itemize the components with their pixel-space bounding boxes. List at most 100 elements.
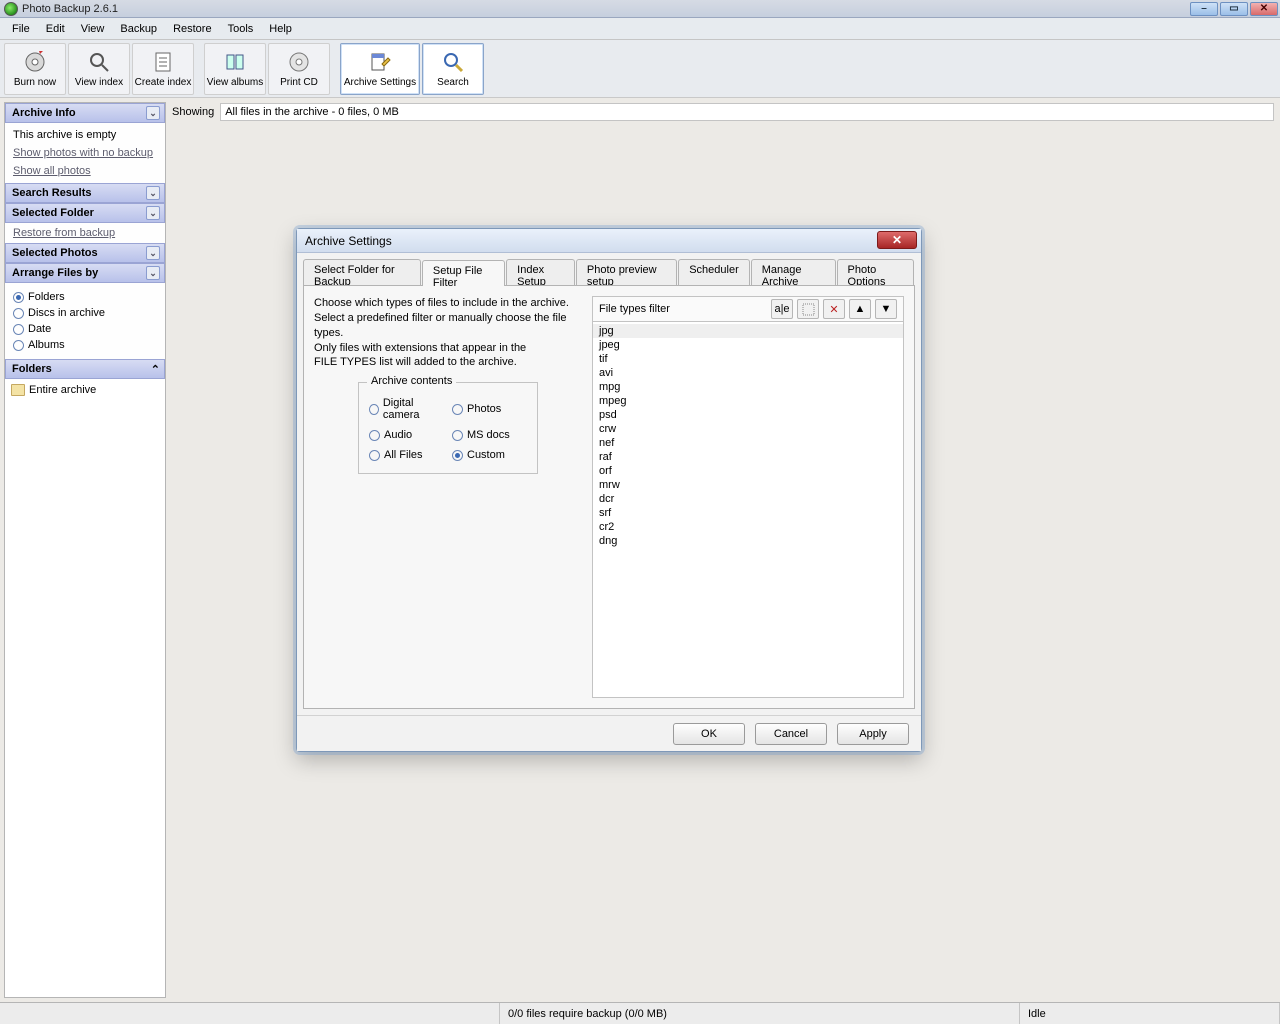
- preset-msdocs[interactable]: MS docs: [452, 427, 527, 443]
- panel-title: Selected Photos: [12, 247, 98, 259]
- link-restore-from-backup[interactable]: Restore from backup: [13, 227, 157, 239]
- panel-archive-info-header[interactable]: Archive Info ⌄: [5, 103, 165, 123]
- sidebar: Archive Info ⌄ This archive is empty Sho…: [4, 102, 166, 998]
- preset-digital-camera[interactable]: Digital camera: [369, 395, 444, 423]
- option-label: Audio: [384, 429, 412, 441]
- panel-search-results-header[interactable]: Search Results ⌄: [5, 183, 165, 203]
- add-ext-button[interactable]: [797, 299, 819, 319]
- arrange-option-date[interactable]: Date: [13, 321, 157, 337]
- option-label: Date: [28, 323, 51, 335]
- apply-button[interactable]: Apply: [837, 723, 909, 745]
- toolbar-view-index[interactable]: View index: [68, 43, 130, 95]
- tab-select-folder[interactable]: Select Folder for Backup: [303, 259, 421, 285]
- collapse-icon[interactable]: ⌄: [146, 246, 160, 260]
- toolbar-label: Search: [437, 77, 469, 88]
- collapse-icon[interactable]: ⌄: [146, 206, 160, 220]
- file-type-item[interactable]: cr2: [593, 520, 903, 534]
- menu-backup[interactable]: Backup: [112, 21, 165, 37]
- file-type-item[interactable]: tif: [593, 352, 903, 366]
- file-type-item[interactable]: raf: [593, 450, 903, 464]
- minimize-button[interactable]: –: [1190, 2, 1218, 16]
- option-label: Folders: [28, 291, 65, 303]
- toolbar-search[interactable]: Search: [422, 43, 484, 95]
- file-type-item[interactable]: nef: [593, 436, 903, 450]
- move-up-button[interactable]: ▲: [849, 299, 871, 319]
- document-lines-icon: [151, 50, 175, 74]
- file-type-item[interactable]: jpeg: [593, 338, 903, 352]
- link-show-all-photos[interactable]: Show all photos: [13, 165, 157, 177]
- search-icon: [441, 50, 465, 74]
- collapse-icon[interactable]: ⌄: [146, 266, 160, 280]
- arrange-option-discs[interactable]: Discs in archive: [13, 305, 157, 321]
- file-type-item[interactable]: orf: [593, 464, 903, 478]
- move-down-button[interactable]: ▼: [875, 299, 897, 319]
- collapse-icon[interactable]: ⌄: [146, 186, 160, 200]
- file-type-item[interactable]: psd: [593, 408, 903, 422]
- panel-selected-folder-header[interactable]: Selected Folder ⌄: [5, 203, 165, 223]
- link-show-no-backup[interactable]: Show photos with no backup: [13, 147, 157, 159]
- toolbar-burn-now[interactable]: Burn now: [4, 43, 66, 95]
- toolbar-label: Create index: [135, 77, 192, 88]
- archive-settings-dialog: Archive Settings ✕ Select Folder for Bac…: [296, 228, 922, 752]
- menu-view[interactable]: View: [73, 21, 113, 37]
- statusbar: 0/0 files require backup (0/0 MB) Idle: [0, 1002, 1280, 1024]
- delete-ext-button[interactable]: ✕: [823, 299, 845, 319]
- preset-audio[interactable]: Audio: [369, 427, 444, 443]
- collapse-icon[interactable]: ⌄: [146, 106, 160, 120]
- file-type-item[interactable]: srf: [593, 506, 903, 520]
- file-type-item[interactable]: crw: [593, 422, 903, 436]
- file-type-item[interactable]: mpeg: [593, 394, 903, 408]
- file-type-item[interactable]: dcr: [593, 492, 903, 506]
- cancel-button[interactable]: Cancel: [755, 723, 827, 745]
- edit-ext-button[interactable]: a|e: [771, 299, 793, 319]
- desc-line: FILE TYPES list will added to the archiv…: [314, 355, 582, 370]
- option-label: Custom: [467, 449, 505, 461]
- preset-all-files[interactable]: All Files: [369, 447, 444, 463]
- tab-scheduler[interactable]: Scheduler: [678, 259, 750, 285]
- tree-item-entire-archive[interactable]: Entire archive: [11, 383, 159, 397]
- option-label: MS docs: [467, 429, 510, 441]
- tab-photo-options[interactable]: Photo Options: [837, 259, 914, 285]
- option-label: All Files: [384, 449, 423, 461]
- panel-title: Folders: [12, 363, 52, 375]
- dialog-close-button[interactable]: ✕: [877, 231, 917, 249]
- toolbar-archive-settings[interactable]: Archive Settings: [340, 43, 420, 95]
- disc-burn-icon: [23, 50, 47, 74]
- toolbar-print-cd[interactable]: Print CD: [268, 43, 330, 95]
- preset-photos[interactable]: Photos: [452, 395, 527, 423]
- toolbar-label: Burn now: [14, 77, 56, 88]
- tab-photo-preview[interactable]: Photo preview setup: [576, 259, 677, 285]
- panel-folders-header[interactable]: Folders ⌃: [5, 359, 165, 379]
- file-type-item[interactable]: dng: [593, 534, 903, 548]
- menu-file[interactable]: File: [4, 21, 38, 37]
- menu-edit[interactable]: Edit: [38, 21, 73, 37]
- close-window-button[interactable]: ✕: [1250, 2, 1278, 16]
- ok-button[interactable]: OK: [673, 723, 745, 745]
- tab-index-setup[interactable]: Index Setup: [506, 259, 575, 285]
- toolbar-view-albums[interactable]: View albums: [204, 43, 266, 95]
- file-type-item[interactable]: jpg: [593, 324, 903, 338]
- file-type-item[interactable]: avi: [593, 366, 903, 380]
- arrange-option-albums[interactable]: Albums: [13, 337, 157, 353]
- toolbar-create-index[interactable]: Create index: [132, 43, 194, 95]
- panel-title: Search Results: [12, 187, 91, 199]
- option-label: Photos: [467, 403, 501, 415]
- panel-selected-photos-header[interactable]: Selected Photos ⌄: [5, 243, 165, 263]
- tab-manage-archive[interactable]: Manage Archive: [751, 259, 836, 285]
- menu-help[interactable]: Help: [261, 21, 300, 37]
- collapse-icon[interactable]: ⌃: [151, 363, 160, 376]
- menu-restore[interactable]: Restore: [165, 21, 220, 37]
- file-type-item[interactable]: mrw: [593, 478, 903, 492]
- preset-custom[interactable]: Custom: [452, 447, 527, 463]
- arrange-option-folders[interactable]: Folders: [13, 289, 157, 305]
- file-types-list[interactable]: jpgjpegtifavimpgmpegpsdcrwnefraforfmrwdc…: [592, 322, 904, 698]
- panel-arrange-header[interactable]: Arrange Files by ⌄: [5, 263, 165, 283]
- panel-title: Archive Info: [12, 107, 76, 119]
- menu-tools[interactable]: Tools: [220, 21, 262, 37]
- file-type-item[interactable]: mpg: [593, 380, 903, 394]
- tab-page-setup-file-filter: Choose which types of files to include i…: [303, 285, 915, 709]
- tab-setup-file-filter[interactable]: Setup File Filter: [422, 260, 505, 286]
- maximize-button[interactable]: ▭: [1220, 2, 1248, 16]
- disc-icon: [287, 50, 311, 74]
- file-types-label: File types filter: [599, 303, 670, 315]
